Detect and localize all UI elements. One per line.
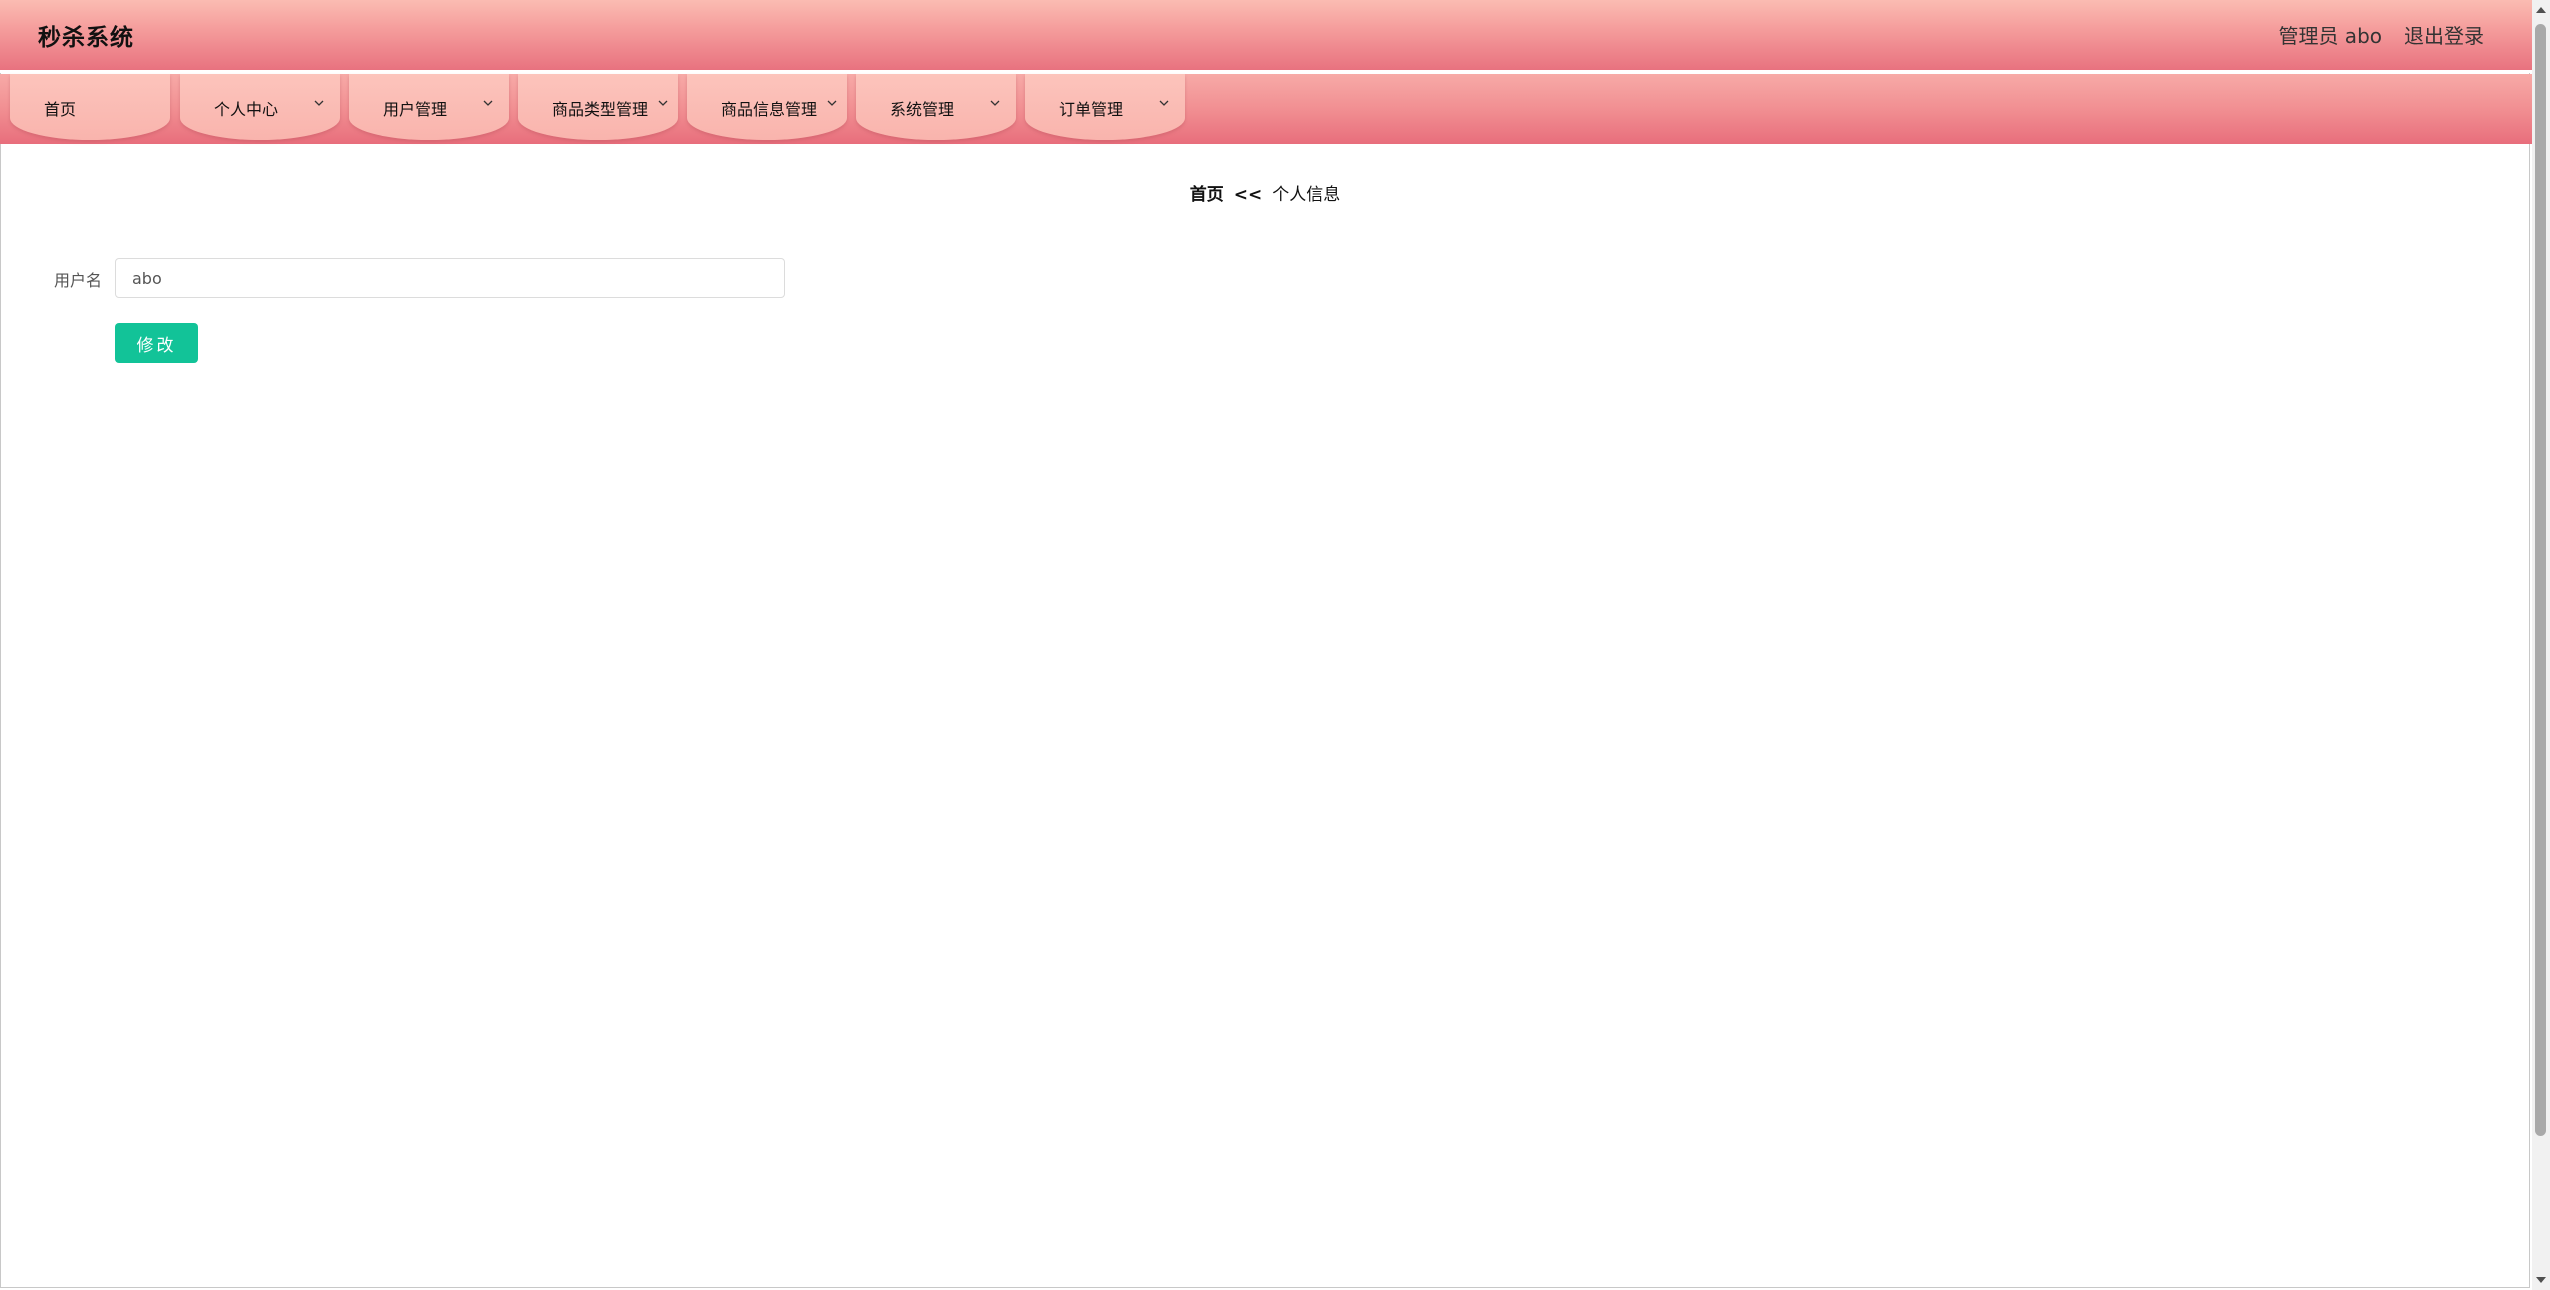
scrollbar-thumb[interactable] <box>2535 24 2546 1136</box>
header-dashed-divider <box>0 70 2532 73</box>
chevron-down-icon <box>1159 100 1169 106</box>
breadcrumb-separator: << <box>1233 185 1263 205</box>
username-label: 用户名 <box>54 271 103 290</box>
logout-link[interactable]: 退出登录 <box>2404 20 2484 49</box>
chevron-down-icon <box>990 100 1000 106</box>
nav-item-system-management[interactable]: 系统管理 <box>856 74 1016 140</box>
chevron-down-icon <box>658 100 668 106</box>
username-input[interactable] <box>115 258 785 298</box>
nav-item-label: 用户管理 <box>383 100 448 119</box>
nav-item-personal-center[interactable]: 个人中心 <box>180 74 340 140</box>
nav-item-label: 首页 <box>44 100 77 119</box>
nav-item-label: 系统管理 <box>890 100 955 119</box>
main-nav: 首页 个人中心 用户管理 商品类型管理 商品信息管理 系统管理 订单管理 <box>0 74 2532 144</box>
nav-item-product-info-management[interactable]: 商品信息管理 <box>687 74 847 140</box>
nav-item-user-management[interactable]: 用户管理 <box>349 74 509 140</box>
breadcrumb: 首页 << 个人信息 <box>0 180 2530 205</box>
nav-item-label: 个人中心 <box>214 100 279 119</box>
nav-item-order-management[interactable]: 订单管理 <box>1025 74 1185 140</box>
chevron-down-icon <box>483 100 493 106</box>
nav-item-home[interactable]: 首页 <box>10 74 170 140</box>
current-user-label: 管理员 abo <box>2278 24 2382 48</box>
scroll-down-arrow-icon[interactable] <box>2535 1274 2547 1286</box>
nav-item-label: 订单管理 <box>1059 100 1124 119</box>
breadcrumb-home-link[interactable]: 首页 <box>1190 185 1224 205</box>
nav-item-label: 商品类型管理 <box>552 100 649 119</box>
vertical-scrollbar[interactable] <box>2532 0 2550 1290</box>
scroll-up-arrow-icon[interactable] <box>2535 4 2547 16</box>
chevron-down-icon <box>314 100 324 106</box>
breadcrumb-current: 个人信息 <box>1272 185 1341 205</box>
modify-button[interactable]: 修改 <box>115 323 198 363</box>
nav-item-product-type-management[interactable]: 商品类型管理 <box>518 74 678 140</box>
app-title: 秒杀系统 <box>38 25 134 51</box>
nav-item-label: 商品信息管理 <box>721 100 818 119</box>
top-header: 秒杀系统 管理员 abo 退出登录 <box>0 0 2532 70</box>
chevron-down-icon <box>827 100 837 106</box>
